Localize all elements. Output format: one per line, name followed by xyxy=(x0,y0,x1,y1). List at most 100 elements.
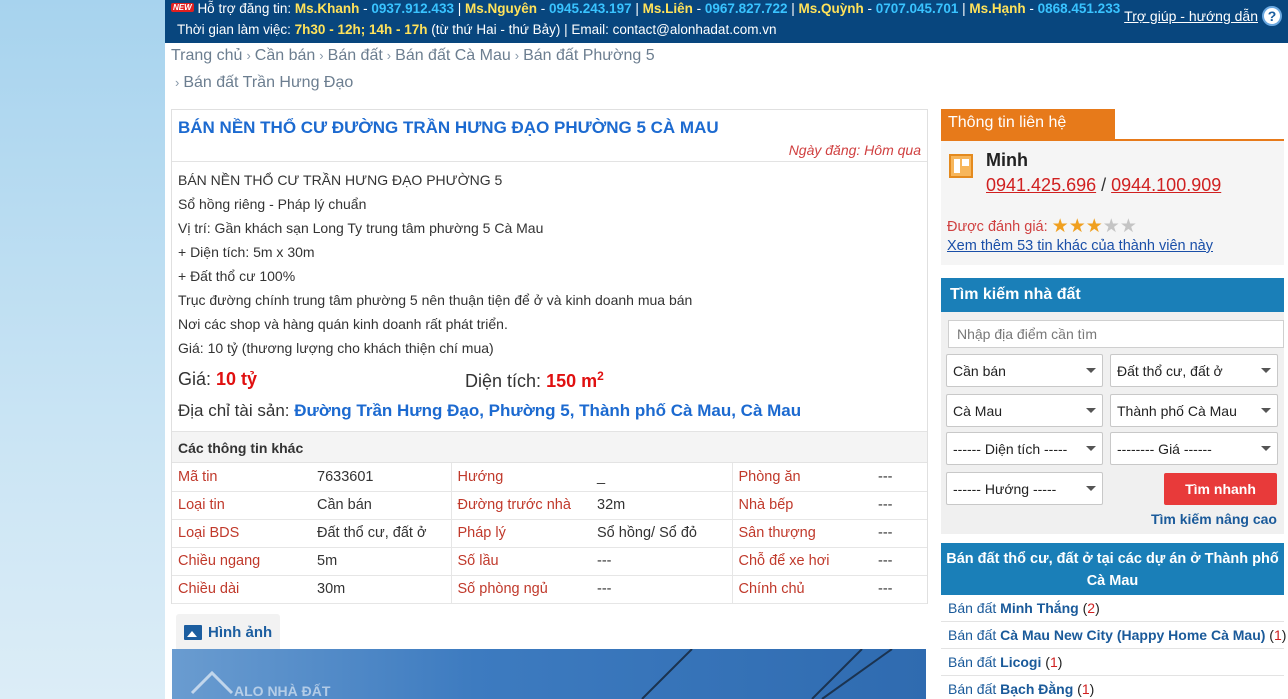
rating: Được đánh giá: ★★★★★ xyxy=(947,217,1137,236)
info-row: Loại tin Cần bán Đường trước nhà 32m Nhà bếp… xyxy=(172,491,927,520)
help-question-icon: ? xyxy=(1262,6,1282,26)
phone-separator: / xyxy=(1096,175,1112,195)
divider xyxy=(172,161,927,162)
area-select-value: ------ Diện tích ----- xyxy=(953,440,1068,457)
desc-line: BÁN NỀN THỔ CƯ TRẦN HƯNG ĐẠO PHƯỜNG 5 xyxy=(178,172,503,188)
chevron-down-icon xyxy=(1261,446,1271,451)
project-name: Licogi xyxy=(1000,654,1042,670)
breadcrumb-can-ban[interactable]: Cần bán xyxy=(255,47,316,64)
project-name: Minh Thắng xyxy=(1000,600,1079,616)
desc-line: Giá: 10 tỷ (thương lượng cho khách thiện… xyxy=(178,340,494,356)
category-select-value: Đất thổ cư, đất ở xyxy=(1117,362,1223,379)
project-count: (2) xyxy=(1078,600,1100,616)
info-label: Mã tin xyxy=(172,463,311,492)
support-contact-name: Ms.Nguyên xyxy=(464,1,537,16)
address-value[interactable]: Đường Trần Hưng Đạo, Phường 5, Thành phố… xyxy=(294,401,801,420)
type-select[interactable]: Cần bán xyxy=(946,354,1103,387)
province-select-value: Cà Mau xyxy=(953,402,1003,419)
info-label: Số phòng ngủ xyxy=(451,575,591,604)
support-contact-phone[interactable]: 0967.827.722 xyxy=(705,1,788,16)
contact-separator: | xyxy=(958,1,970,16)
location-search-input[interactable]: Nhập địa điểm cần tìm xyxy=(948,320,1284,348)
info-label: Hướng xyxy=(451,463,591,492)
area-label: Diện tích: xyxy=(465,371,542,391)
info-label: Loại BDS xyxy=(172,519,311,548)
advanced-search-link[interactable]: Tìm kiếm nâng cao xyxy=(1151,511,1277,527)
new-badge: NEW xyxy=(171,3,194,12)
listing-photo[interactable]: ALO NHÀ ĐẤT xyxy=(172,649,926,699)
help-link[interactable]: Trợ giúp - hướng dẫn ? xyxy=(1124,6,1282,26)
breadcrumb-home[interactable]: Trang chủ xyxy=(171,47,242,64)
support-label: Hỗ trợ đăng tin: xyxy=(197,1,292,16)
info-value: --- xyxy=(872,575,927,604)
search-heading: Tìm kiếm nhà đất xyxy=(941,278,1284,312)
breadcrumb-sep-icon: › xyxy=(175,75,180,90)
info-row: Loại BDS Đất thổ cư, đất ở Pháp lý Sổ hồng/… xyxy=(172,519,927,548)
direction-select[interactable]: ------ Hướng ----- xyxy=(946,472,1103,505)
breadcrumb-sep-icon: › xyxy=(246,48,251,63)
info-label: Nhà bếp xyxy=(732,491,872,520)
support-contact-phone[interactable]: 0937.912.433 xyxy=(371,1,454,16)
star-filled-icon: ★ xyxy=(1051,216,1069,237)
price-value: 10 tỷ xyxy=(216,369,258,389)
area-select[interactable]: ------ Diện tích ----- xyxy=(946,432,1103,465)
chevron-down-icon xyxy=(1261,368,1271,373)
breadcrumb-sep-icon: › xyxy=(514,48,520,63)
images-tab[interactable]: Hình ảnh xyxy=(176,614,280,650)
info-value: --- xyxy=(872,463,927,492)
project-count-value: 1 xyxy=(1049,654,1058,670)
district-select[interactable]: Thành phố Cà Mau xyxy=(1110,394,1278,427)
category-select[interactable]: Đất thổ cư, đất ở xyxy=(1110,354,1278,387)
province-select[interactable]: Cà Mau xyxy=(946,394,1103,427)
info-label: Pháp lý xyxy=(451,519,591,548)
info-value: 32m xyxy=(591,491,733,520)
project-name: Cà Mau New City (Happy Home Cà Mau) xyxy=(1000,627,1266,643)
info-value: --- xyxy=(872,491,927,520)
support-contact-phone[interactable]: 0868.451.233 xyxy=(1038,1,1121,16)
breadcrumb-tran-hung-dao[interactable]: Bán đất Trần Hưng Đạo xyxy=(183,74,353,91)
support-contact-phone[interactable]: 0707.045.701 xyxy=(876,1,959,16)
hours-value: 7h30 - 12h; 14h - 17h xyxy=(294,22,428,37)
info-label: Loại tin xyxy=(172,491,311,520)
user-avatar-icon xyxy=(949,154,973,178)
listing-title: BÁN NỀN THỔ CƯ ĐƯỜNG TRẦN HƯNG ĐẠO PHƯỜN… xyxy=(178,118,719,137)
contact-dash: - xyxy=(863,1,876,16)
image-icon xyxy=(184,624,202,640)
desc-line: Trục đường chính trung tâm phường 5 nên … xyxy=(178,292,693,308)
breadcrumb-phuong-5[interactable]: Bán đất Phường 5 xyxy=(523,47,655,64)
contact-name: Minh xyxy=(986,150,1028,170)
project-item[interactable]: Bán đất Bạch Đằng (1) xyxy=(941,676,1284,699)
breadcrumb-ca-mau[interactable]: Bán đất Cà Mau xyxy=(395,47,511,64)
contact-dash: - xyxy=(359,1,372,16)
district-select-value: Thành phố Cà Mau xyxy=(1117,402,1237,419)
price-label: Giá: xyxy=(178,369,212,389)
info-value: 7633601 xyxy=(311,463,452,492)
phone-link-1[interactable]: 0941.425.696 xyxy=(986,175,1096,195)
info-value: _ xyxy=(591,463,733,492)
info-value: --- xyxy=(872,547,927,576)
hours-label: Thời gian làm việc: xyxy=(177,22,291,37)
quick-search-button[interactable]: Tìm nhanh xyxy=(1164,473,1277,505)
project-prefix: Bán đất xyxy=(948,654,997,670)
breadcrumb-ban-dat[interactable]: Bán đất xyxy=(328,47,383,64)
project-count-value: 2 xyxy=(1087,600,1096,616)
price: Giá: 10 tỷ xyxy=(178,369,257,390)
posted-date: Ngày đăng: Hôm qua xyxy=(788,142,921,158)
info-row: Chiều dài 30m Số phòng ngủ --- Chính chủ --- xyxy=(172,575,927,604)
price-select[interactable]: -------- Giá ------ xyxy=(1110,432,1278,465)
contact-panel: Minh 0941.425.696 / 0944.100.909 Được đá… xyxy=(941,139,1284,265)
project-prefix: Bán đất xyxy=(948,627,997,643)
support-contact-phone[interactable]: 0945.243.197 xyxy=(549,1,632,16)
rating-stars: ★★★★★ xyxy=(1052,217,1137,236)
more-listings-link[interactable]: Xem thêm 53 tin khác của thành viên này xyxy=(947,238,1213,254)
project-prefix: Bán đất xyxy=(948,681,997,697)
info-label: Chiều ngang xyxy=(172,547,311,576)
breadcrumb-sep-icon: › xyxy=(386,48,392,63)
breadcrumb: Trang chủ › Cần bán › Bán đất › Bán đất Cà Mau… xyxy=(171,42,811,96)
project-item[interactable]: Bán đất Cà Mau New City (Happy Home Cà M… xyxy=(941,622,1286,649)
phone-link-2[interactable]: 0944.100.909 xyxy=(1111,175,1221,195)
project-item[interactable]: Bán đất Minh Thắng (2) xyxy=(941,595,1284,622)
address: Địa chỉ tài sản: Đường Trần Hưng Đạo, Ph… xyxy=(178,401,801,421)
info-value: --- xyxy=(591,575,733,604)
project-item[interactable]: Bán đất Licogi (1) xyxy=(941,649,1284,676)
